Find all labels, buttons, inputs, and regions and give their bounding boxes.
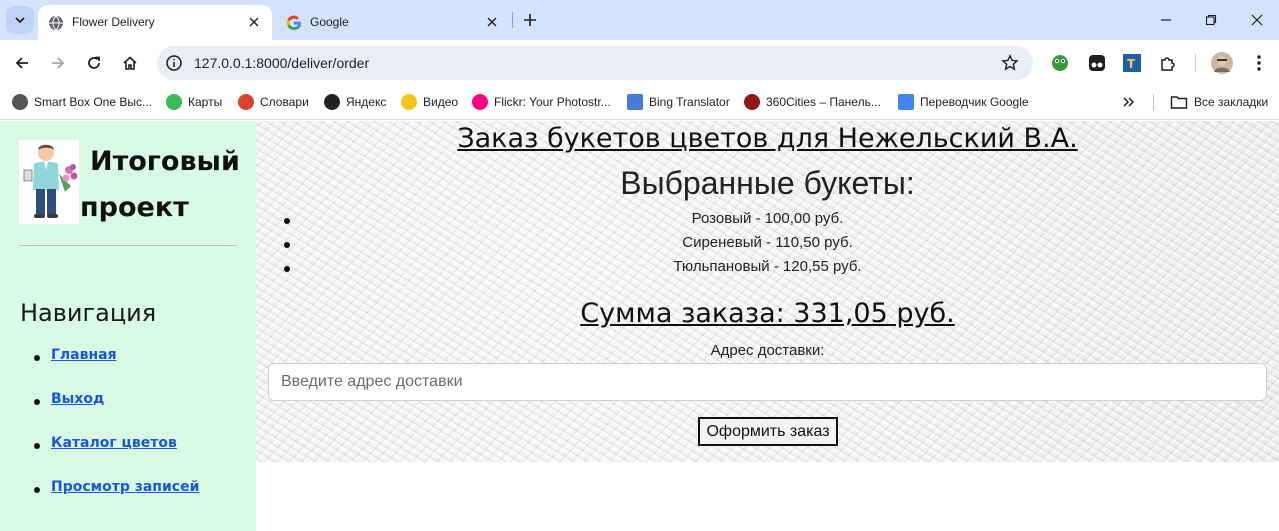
- tab-title: Flower Delivery: [72, 15, 155, 29]
- bookmark-item[interactable]: Flickr: Your Photostr...: [472, 93, 611, 111]
- bouquet-item: Розовый - 100,00 руб.: [256, 210, 1279, 234]
- sidebar: Итоговый проект Навигация Главная Выход …: [0, 121, 256, 531]
- minimize-button[interactable]: [1156, 10, 1176, 30]
- address-label: Адрес доставки:: [710, 342, 825, 359]
- tab-google[interactable]: Google: [276, 5, 510, 40]
- translate-extension-icon[interactable]: T: [1122, 53, 1142, 73]
- tab-strip: Flower Delivery Google: [0, 0, 1279, 40]
- arrow-left-icon: [15, 57, 28, 69]
- sidebar-divider: [19, 245, 237, 246]
- browser-toolbar: 127.0.0.1:8000/deliver/order T: [0, 40, 1279, 85]
- bookmark-item[interactable]: Bing Translator: [627, 93, 730, 111]
- place-order-button[interactable]: Оформить заказ: [698, 417, 838, 446]
- bing-icon: [627, 94, 643, 110]
- url-text[interactable]: 127.0.0.1:8000/deliver/order: [194, 55, 369, 71]
- yandex-icon: [324, 94, 340, 110]
- back-button[interactable]: [10, 51, 34, 75]
- tab-flower-delivery[interactable]: Flower Delivery: [38, 5, 272, 40]
- frog-extension-icon[interactable]: [1050, 53, 1070, 73]
- nav-heading: Навигация: [20, 299, 157, 327]
- nav-link-catalog[interactable]: Каталог цветов: [51, 435, 177, 451]
- plus-icon: [524, 14, 536, 26]
- bookmarks-divider: [1153, 94, 1154, 111]
- 360cities-icon: [744, 94, 760, 110]
- tab-separator: [512, 12, 513, 28]
- tampermonkey-extension-icon[interactable]: [1087, 53, 1107, 73]
- chosen-bouquets-heading: Выбранные букеты:: [620, 165, 915, 201]
- smartbox-icon: [12, 94, 28, 110]
- order-title: Заказ букетов цветов для Нежельский В.А.: [457, 123, 1078, 154]
- nav-item-catalog: Каталог цветов: [34, 434, 199, 478]
- close-icon: [1251, 14, 1263, 26]
- nav-list: Главная Выход Каталог цветов Просмотр за…: [34, 346, 199, 522]
- florist-logo-image: [19, 140, 79, 224]
- address-input[interactable]: [268, 363, 1267, 401]
- toolbar-divider: [1195, 54, 1196, 72]
- bookmarks-overflow-button[interactable]: [1122, 93, 1136, 111]
- bookmark-item[interactable]: Переводчик Google: [898, 93, 1029, 111]
- chevron-down-icon: [15, 17, 25, 24]
- nav-item-records: Просмотр записей: [34, 478, 199, 522]
- bookmark-item[interactable]: Словари: [238, 93, 309, 111]
- forward-button[interactable]: [46, 51, 70, 75]
- bouquet-list: Розовый - 100,00 руб. Сиреневый - 110,50…: [256, 210, 1279, 282]
- bookmark-item[interactable]: Яндекс: [324, 93, 386, 111]
- home-icon: [123, 56, 137, 70]
- tab-close-icon[interactable]: [484, 14, 500, 30]
- google-icon: [286, 15, 301, 31]
- restore-button[interactable]: [1201, 10, 1221, 30]
- site-title: Итоговый проект: [80, 139, 250, 231]
- nav-link-logout[interactable]: Выход: [51, 391, 104, 407]
- puzzle-extensions-icon[interactable]: [1158, 53, 1178, 73]
- bookmarks-bar: Smart Box One Выс... Карты Словари Яндек…: [0, 85, 1279, 120]
- address-bar[interactable]: 127.0.0.1:8000/deliver/order: [157, 46, 1033, 80]
- bookmark-star-icon[interactable]: [1001, 54, 1019, 72]
- profile-avatar-icon[interactable]: [1211, 52, 1233, 74]
- dictionary-icon: [238, 94, 254, 110]
- tab-close-icon[interactable]: [246, 14, 262, 30]
- google-translate-icon: [898, 94, 914, 110]
- nav-item-home: Главная: [34, 346, 199, 390]
- kebab-menu-icon[interactable]: [1249, 53, 1269, 73]
- globe-icon: [49, 15, 63, 31]
- reload-icon: [88, 56, 100, 69]
- site-info-icon[interactable]: [165, 54, 183, 72]
- minimize-icon: [1161, 19, 1171, 21]
- all-bookmarks-button[interactable]: Все закладки: [1170, 93, 1268, 111]
- site-title-line2: проект: [80, 192, 189, 223]
- double-chevron-right-icon: [1123, 97, 1135, 107]
- restore-icon: [1205, 14, 1217, 26]
- nav-link-records[interactable]: Просмотр записей: [51, 479, 199, 495]
- maps-icon: [166, 94, 182, 110]
- order-panel: Заказ букетов цветов для Нежельский В.А.…: [256, 121, 1279, 462]
- close-window-button[interactable]: [1247, 10, 1267, 30]
- video-icon: [401, 94, 417, 110]
- reload-button[interactable]: [82, 51, 106, 75]
- arrow-right-icon: [52, 57, 65, 69]
- nav-link-home[interactable]: Главная: [51, 347, 117, 363]
- order-total: Сумма заказа: 331,05 руб.: [580, 298, 955, 329]
- svg-text:T: T: [1127, 57, 1136, 71]
- bouquet-item: Тюльпановый - 120,55 руб.: [256, 258, 1279, 282]
- tab-search-button[interactable]: [6, 6, 34, 34]
- home-button[interactable]: [118, 51, 142, 75]
- site-title-line1: Итоговый: [90, 146, 240, 177]
- bookmark-item[interactable]: Smart Box One Выс...: [12, 93, 152, 111]
- flickr-icon: [472, 94, 488, 110]
- new-tab-button[interactable]: [520, 10, 540, 30]
- nav-item-logout: Выход: [34, 390, 199, 434]
- bookmark-item[interactable]: 360Cities – Панель...: [744, 93, 881, 111]
- tab-title: Google: [310, 15, 349, 29]
- bookmark-item[interactable]: Карты: [166, 93, 222, 111]
- folder-icon: [1170, 96, 1188, 109]
- bookmark-item[interactable]: Видео: [401, 93, 458, 111]
- bouquet-item: Сиреневый - 110,50 руб.: [256, 234, 1279, 258]
